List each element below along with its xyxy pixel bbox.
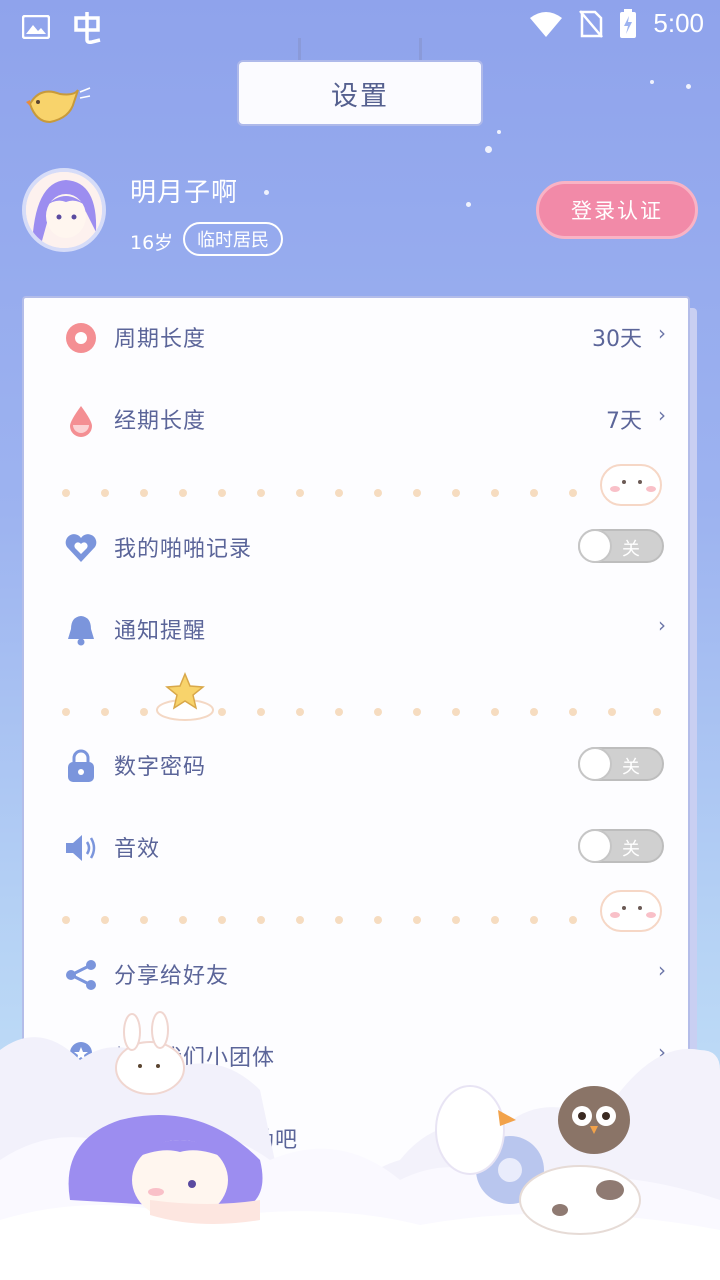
cloud-face-icon (600, 464, 662, 506)
star-cloud-icon (156, 672, 214, 721)
chevron-right-icon: › (658, 613, 666, 637)
star-decoration (466, 202, 471, 207)
dotted-divider (62, 708, 662, 716)
battery-icon (620, 8, 637, 38)
heart-icon (65, 534, 97, 562)
avatar-portrait-icon (26, 172, 102, 248)
chevron-right-icon: › (658, 958, 666, 982)
avatar[interactable] (22, 168, 106, 252)
cat-character (519, 1165, 641, 1235)
star-decoration (686, 84, 691, 89)
bell-icon (68, 616, 94, 646)
image-icon (22, 15, 50, 39)
chevron-right-icon: › (658, 321, 666, 345)
app-logo-icon (74, 12, 101, 44)
share-icon (66, 960, 96, 990)
setting-passcode[interactable]: 数字密码 关 (24, 735, 692, 795)
status-bar: 5:00 (0, 0, 720, 52)
no-sim-icon (579, 9, 604, 38)
toggle-knob (578, 747, 612, 781)
dotted-divider (62, 489, 662, 497)
setting-period-length[interactable]: 经期长度 7天 › (24, 389, 692, 449)
bird-icon (26, 87, 91, 124)
star-decoration (264, 190, 269, 195)
circle-icon (66, 323, 96, 353)
login-button[interactable]: 登录认证 (536, 181, 698, 239)
intimacy-record-toggle[interactable]: 关 (578, 529, 664, 563)
lock-icon (68, 749, 94, 782)
bunny-character (115, 1011, 185, 1095)
setting-cycle-length[interactable]: 周期长度 30天 › (24, 307, 692, 367)
chevron-right-icon: › (658, 403, 666, 427)
cloud-illustration (0, 1011, 720, 1280)
drop-icon (70, 406, 92, 437)
setting-share[interactable]: 分享给好友 › (24, 944, 692, 1004)
toggle-knob (578, 829, 612, 863)
username: 明月子啊 (130, 178, 239, 208)
setting-sound[interactable]: 音效 关 (24, 817, 692, 877)
setting-intimacy-record[interactable]: 我的啪啪记录 关 (24, 517, 692, 577)
sound-toggle[interactable]: 关 (578, 829, 664, 863)
passcode-toggle[interactable]: 关 (578, 747, 664, 781)
resident-badge: 临时居民 (183, 222, 283, 256)
clock: 5:00 (653, 8, 704, 38)
star-decoration (650, 80, 654, 84)
toggle-knob (578, 529, 612, 563)
age-label: 16岁 (130, 232, 174, 254)
page-title: 设置 (237, 60, 483, 126)
dotted-divider (62, 916, 662, 924)
owl-character (558, 1086, 630, 1154)
star-decoration (497, 130, 501, 134)
wifi-icon (530, 11, 563, 37)
star-decoration (485, 146, 492, 153)
speaker-icon (66, 835, 96, 861)
cloud-face-icon (600, 890, 662, 932)
setting-notification[interactable]: 通知提醒 › (24, 599, 692, 659)
